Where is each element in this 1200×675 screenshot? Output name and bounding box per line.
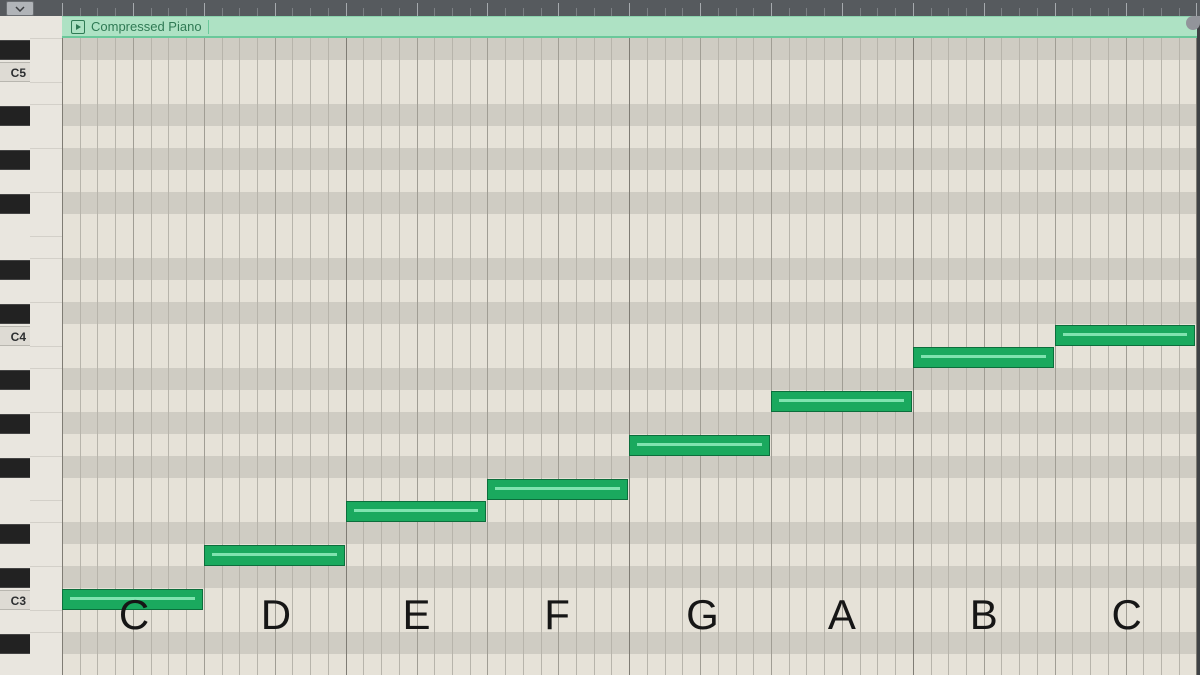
gridline [931, 16, 932, 675]
gridline [204, 16, 205, 675]
piano-keyboard[interactable]: C5 C4 C3 [0, 16, 63, 675]
gridline [505, 16, 506, 675]
octave-label: C4 [0, 326, 30, 346]
gridline [895, 16, 896, 675]
gridline [558, 16, 559, 675]
black-key[interactable] [0, 194, 30, 214]
gridline [541, 16, 542, 675]
gridline [487, 16, 488, 675]
scale-degree-label: A [828, 591, 857, 639]
gridline [151, 16, 152, 675]
gridline [310, 16, 311, 675]
midi-note[interactable] [629, 435, 770, 456]
gridline [292, 16, 293, 675]
scale-degree-label: C [119, 591, 150, 639]
gridline [806, 16, 807, 675]
gridline [629, 16, 630, 675]
gridline [1019, 16, 1020, 675]
scale-degree-label: G [686, 591, 719, 639]
black-key[interactable] [0, 634, 30, 654]
clip-name-label: Compressed Piano [91, 20, 209, 34]
scale-degree-label: B [970, 591, 999, 639]
gridline [611, 16, 612, 675]
black-key[interactable] [0, 150, 30, 170]
gridline [842, 16, 843, 675]
gridline [222, 16, 223, 675]
gridline [877, 16, 878, 675]
gridline [1037, 16, 1038, 675]
gridline [913, 16, 914, 675]
gridline [133, 16, 134, 675]
black-key[interactable] [0, 304, 30, 324]
gridline [239, 16, 240, 675]
gridline [168, 16, 169, 675]
midi-note[interactable] [1055, 325, 1196, 346]
gridline [80, 16, 81, 675]
gridline [1001, 16, 1002, 675]
black-key[interactable] [0, 40, 30, 60]
scale-degree-label: C [1112, 591, 1143, 639]
black-key[interactable] [0, 568, 30, 588]
clip-header[interactable]: Compressed Piano [62, 16, 1197, 38]
scale-degree-label: D [261, 591, 292, 639]
midi-note[interactable] [771, 391, 912, 412]
gridline [381, 16, 382, 675]
gridline [700, 16, 701, 675]
octave-label: C5 [0, 62, 30, 82]
gridline [860, 16, 861, 675]
gridline [647, 16, 648, 675]
midi-note[interactable] [204, 545, 345, 566]
black-key[interactable] [0, 106, 30, 126]
gridline [594, 16, 595, 675]
scale-degree-label: F [544, 591, 570, 639]
loop-end-handle[interactable] [1186, 16, 1200, 30]
note-grid[interactable]: C D E F G A B C Compressed Piano [62, 16, 1197, 675]
gridline [363, 16, 364, 675]
gridline [417, 16, 418, 675]
gridline [966, 16, 967, 675]
gridline [399, 16, 400, 675]
scale-degree-label: E [403, 591, 432, 639]
play-icon[interactable] [71, 20, 85, 34]
gridline [736, 16, 737, 675]
black-key[interactable] [0, 370, 30, 390]
piano-roll-editor: C5 C4 C3 C D E F G A B C Compressed Piano [0, 0, 1200, 675]
gridline [346, 16, 347, 675]
gridline [97, 16, 98, 675]
black-key[interactable] [0, 524, 30, 544]
gridline [753, 16, 754, 675]
gridline [275, 16, 276, 675]
gridline [470, 16, 471, 675]
gridline [665, 16, 666, 675]
gridline [328, 16, 329, 675]
dropdown-button[interactable] [6, 1, 34, 16]
gridline [434, 16, 435, 675]
gridline [789, 16, 790, 675]
gridline [452, 16, 453, 675]
midi-note[interactable] [346, 501, 487, 522]
gridline [948, 16, 949, 675]
gridline [115, 16, 116, 675]
gridline [984, 16, 985, 675]
gridline [257, 16, 258, 675]
gridline [576, 16, 577, 675]
gridline [62, 16, 63, 675]
black-key[interactable] [0, 414, 30, 434]
gridline [186, 16, 187, 675]
gridline [682, 16, 683, 675]
gridline [771, 16, 772, 675]
black-key[interactable] [0, 458, 30, 478]
time-ruler[interactable] [62, 0, 1197, 17]
octave-label: C3 [0, 590, 30, 610]
gridline [718, 16, 719, 675]
midi-note[interactable] [913, 347, 1054, 368]
gridline [523, 16, 524, 675]
midi-note[interactable] [487, 479, 628, 500]
black-key[interactable] [0, 260, 30, 280]
gridline [824, 16, 825, 675]
